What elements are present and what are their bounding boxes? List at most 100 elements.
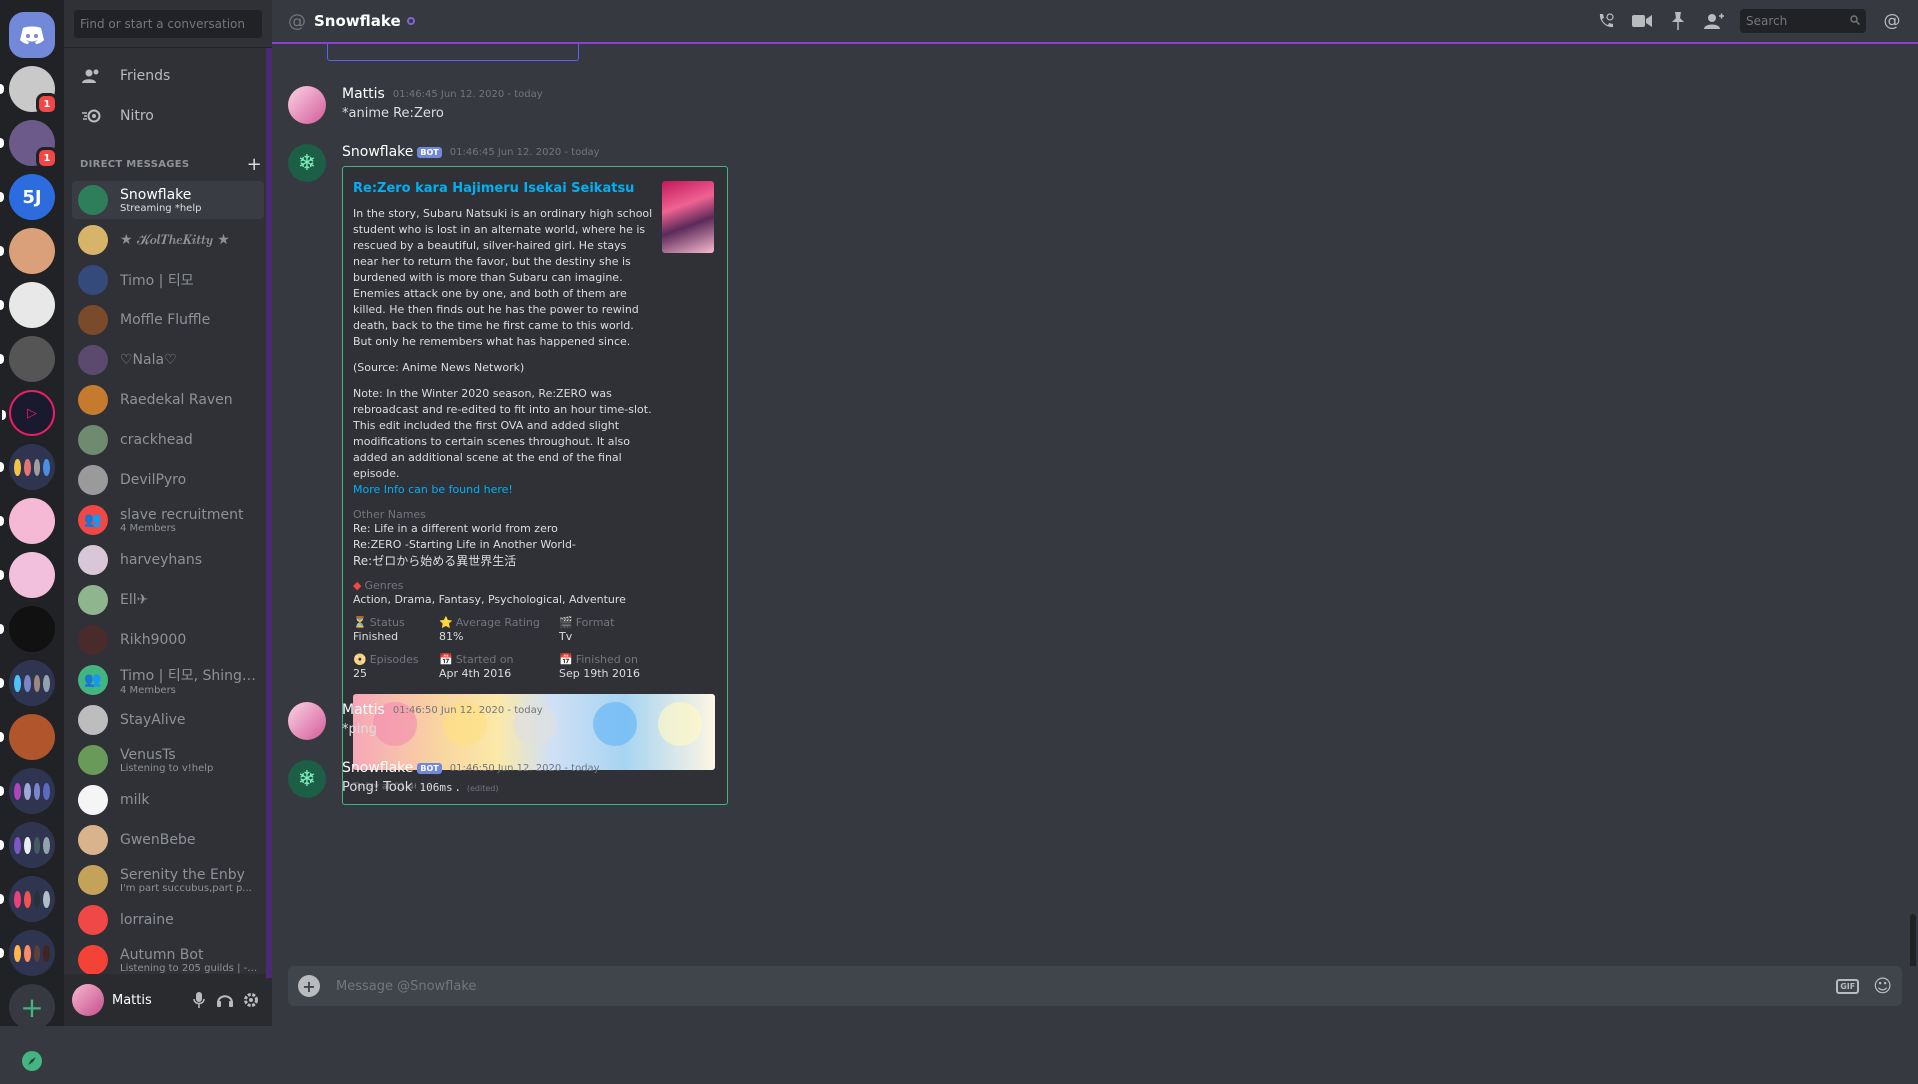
dm-item[interactable]: Ell✈	[72, 581, 264, 619]
emoji-picker-icon[interactable]: ☺	[1873, 976, 1892, 997]
snowflake-icon: ❄	[297, 766, 317, 792]
dm-item[interactable]: DevilPyro	[72, 461, 264, 499]
dm-text: Ell✈	[120, 592, 148, 608]
headphones-icon[interactable]	[212, 993, 238, 1007]
dm-name: Snowflake	[120, 186, 192, 203]
server-icon[interactable]: ▷	[2, 390, 55, 436]
username: Mattis	[112, 992, 152, 1008]
dm-item[interactable]: 👥 slave recruitment 4 Members	[72, 501, 264, 539]
message-avatar[interactable]: ❄	[288, 144, 326, 182]
server-icon[interactable]	[0, 606, 55, 652]
server-icon[interactable]	[0, 714, 55, 760]
nav-nitro[interactable]: Nitro	[64, 96, 272, 136]
embed-title-link[interactable]: Re:Zero kara Hajimeru Isekai Seikatsu	[353, 181, 715, 196]
dm-text: ★ 𝓚𝒐𝒍𝑻𝒉𝒆𝑲𝒊𝒕𝒕𝒚 ★	[120, 232, 230, 248]
dm-item[interactable]: ♡Nala♡	[72, 341, 264, 379]
dm-item[interactable]: StayAlive	[72, 701, 264, 739]
embed-synopsis: In the story, Subaru Natsuki is an ordin…	[353, 207, 653, 348]
mentions-icon[interactable]: @	[1874, 11, 1910, 31]
server-icon[interactable]: 1	[0, 120, 58, 169]
field-episodes: 📀 Episodes 25	[353, 653, 439, 682]
message-author[interactable]: Mattis	[342, 702, 385, 718]
dm-item[interactable]: lorraine	[72, 901, 264, 939]
server-icon[interactable]: 5J	[0, 174, 55, 220]
explore-servers-button[interactable]	[9, 1038, 55, 1084]
start-video-call-icon[interactable]	[1624, 14, 1660, 28]
dm-item[interactable]: Snowflake Streaming *help	[72, 181, 264, 219]
create-dm-icon[interactable]: +	[247, 154, 262, 175]
chat-scrollbar[interactable]	[1910, 914, 1916, 966]
dm-item[interactable]: crackhead	[72, 421, 264, 459]
user-avatar[interactable]	[72, 984, 104, 1016]
nav-friends[interactable]: Friends	[64, 56, 272, 96]
dm-avatar	[78, 905, 108, 935]
dm-item[interactable]: GwenBebe	[72, 821, 264, 859]
dm-item[interactable]: Serenity the Enby I'm part succubus,part …	[72, 861, 264, 899]
more-info-link[interactable]: More Info can be found here!	[353, 482, 653, 498]
message-author[interactable]: Mattis	[342, 86, 385, 102]
dm-item[interactable]: Moffle Fluffle	[72, 301, 264, 339]
dm-name: ★ 𝓚𝒐𝒍𝑻𝒉𝒆𝑲𝒊𝒕𝒕𝒚 ★	[120, 232, 230, 248]
message-timestamp: 01:46:45 Jun 12. 2020 - today	[449, 146, 600, 158]
field-value: Tv	[559, 630, 573, 643]
server-folder[interactable]	[0, 444, 55, 490]
dm-item[interactable]: Timo | 티모	[72, 261, 264, 299]
dm-item[interactable]: milk	[72, 781, 264, 819]
nav-label: Nitro	[120, 108, 154, 124]
dm-text: Serenity the Enby I'm part succubus,part …	[120, 867, 252, 894]
previous-embed-fragment	[327, 44, 579, 61]
streaming-status-icon	[406, 17, 415, 25]
server-icon[interactable]	[0, 228, 55, 274]
dm-item[interactable]: Autumn Bot Listening to 205 guilds | -hel…	[72, 941, 264, 974]
dm-item[interactable]: Rikh9000	[72, 621, 264, 659]
server-folder[interactable]	[0, 660, 55, 706]
home-button[interactable]	[9, 12, 55, 58]
message-author[interactable]: Snowflake	[342, 760, 413, 776]
server-icon[interactable]	[0, 282, 55, 328]
search-icon	[1850, 14, 1861, 28]
message-input[interactable]	[334, 977, 1837, 995]
server-folder[interactable]	[0, 930, 55, 976]
chat-area: @ Snowflake Search @ Mattis 01:46:45 Jun…	[272, 0, 1918, 1026]
dm-item[interactable]: ★ 𝓚𝒐𝒍𝑻𝒉𝒆𝑲𝒊𝒕𝒕𝒚 ★	[72, 221, 264, 259]
dm-search-input[interactable]: Find or start a conversation	[74, 10, 262, 38]
dm-item[interactable]: Raedekal Raven	[72, 381, 264, 419]
server-icon[interactable]: 1	[0, 66, 58, 115]
start-voice-call-icon[interactable]	[1588, 12, 1624, 30]
server-icon[interactable]	[0, 498, 55, 544]
message-avatar[interactable]	[288, 86, 326, 124]
dm-name: VenusTs	[120, 746, 176, 763]
message-avatar[interactable]	[288, 702, 326, 740]
message-text: Pong! Took	[342, 780, 413, 795]
embed-source: (Source: Anime News Network)	[353, 361, 525, 374]
upload-plus-icon[interactable]: +	[298, 975, 320, 997]
message-avatar[interactable]: ❄	[288, 760, 326, 798]
message-author[interactable]: Snowflake	[342, 144, 413, 160]
dm-item[interactable]: harveyhans	[72, 541, 264, 579]
dm-name: Autumn Bot	[120, 946, 204, 963]
gif-picker-button[interactable]: GIF	[1836, 978, 1860, 994]
unread-indicator	[0, 84, 4, 94]
add-server-button[interactable]: +	[9, 984, 55, 1030]
dm-item[interactable]: VenusTs Listening to v!help	[72, 741, 264, 779]
server-rail: 1 1 5J ▷ +	[0, 0, 64, 1084]
server-folder[interactable]	[0, 768, 55, 814]
at-sign-icon: @	[288, 10, 306, 32]
microphone-icon[interactable]	[186, 992, 212, 1008]
field-label: Started on	[455, 653, 514, 666]
pinned-messages-icon[interactable]	[1660, 12, 1696, 30]
server-icon[interactable]	[0, 336, 55, 382]
embed-thumbnail[interactable]	[662, 181, 714, 253]
server-folder[interactable]	[0, 822, 55, 868]
other-name: Re: Life in a different world from zero	[353, 522, 558, 535]
field-name: Other Names	[353, 508, 426, 521]
server-icon[interactable]	[0, 552, 55, 598]
server-folder[interactable]	[0, 876, 55, 922]
unread-indicator	[0, 246, 4, 256]
dm-item[interactable]: 👥 Timo | 티모, ShingoX...4 Members	[72, 661, 264, 699]
add-friend-to-dm-icon[interactable]	[1696, 13, 1732, 29]
search-input[interactable]: Search	[1740, 9, 1866, 33]
dm-text: DevilPyro	[120, 472, 186, 488]
settings-gear-icon[interactable]	[238, 992, 264, 1008]
field-label: Episodes	[369, 653, 419, 666]
